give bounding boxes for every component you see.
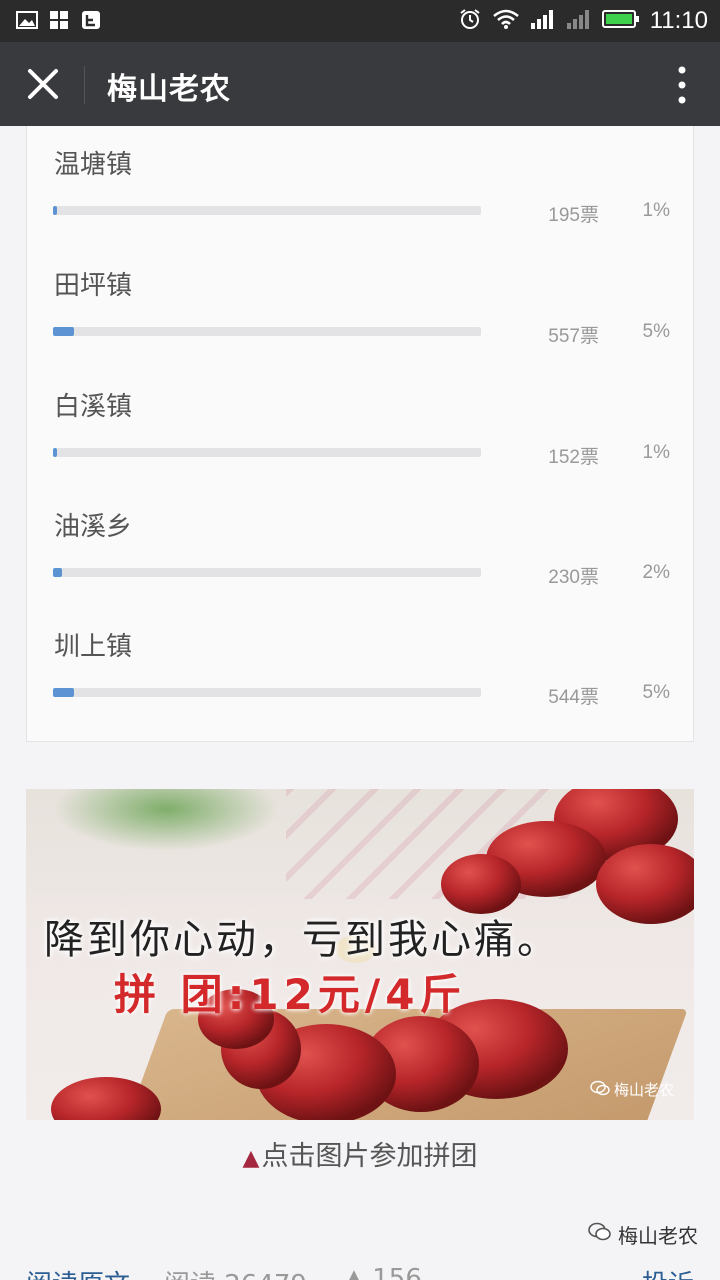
- account-badge: 梅山老农: [588, 1220, 698, 1249]
- signal-secondary-icon: [566, 8, 592, 34]
- poll-vote-count: 195票: [548, 205, 599, 226]
- poll-option-label: 田坪镇: [54, 271, 133, 301]
- article-footer-bar: 阅读原文 阅读 26479 ▲ 156 投诉: [0, 1256, 720, 1280]
- wifi-icon: [492, 8, 520, 34]
- poll-option-label: 温塘镇: [54, 150, 133, 180]
- poll-results-card: 温塘镇 195票 1% 田坪镇 557票 5% 白溪镇 152票 1% 油溪乡: [26, 126, 694, 742]
- group-buy-banner-image[interactable]: 降到你心动，亏到我心痛。 拼 团:12元/4斤 梅山老农: [26, 789, 694, 1120]
- alarm-icon: [458, 7, 482, 35]
- wechat-icon: [588, 1222, 612, 1247]
- poll-percentage: 1%: [642, 442, 670, 463]
- arrow-up-icon: ▲: [242, 1146, 260, 1171]
- status-time: 11:10: [649, 7, 708, 34]
- poll-percentage: 5%: [642, 321, 670, 342]
- poll-progress-track: [53, 688, 481, 697]
- caption-text: 点击图片参加拼团: [261, 1141, 478, 1172]
- poll-progress-track: [53, 327, 481, 336]
- apps-notification-icon: [48, 9, 70, 31]
- page-title: 梅山老农: [107, 72, 231, 107]
- poll-progress-track: [53, 568, 481, 577]
- article-content: 温塘镇 195票 1% 田坪镇 557票 5% 白溪镇 152票 1% 油溪乡: [0, 126, 720, 1280]
- poll-option-label: 圳上镇: [54, 632, 133, 662]
- header-divider: [84, 66, 85, 104]
- image-notification-icon: [16, 9, 38, 31]
- close-icon: [22, 69, 64, 109]
- banner-watermark: 梅山老农: [590, 1079, 674, 1100]
- poll-progress-track: [53, 206, 481, 215]
- report-link[interactable]: 投诉: [642, 1264, 694, 1280]
- more-vertical-icon: [672, 66, 692, 110]
- message-notification-icon: [80, 9, 102, 31]
- poll-option[interactable]: 圳上镇 544票 5%: [27, 608, 695, 728]
- battery-icon: [601, 9, 640, 33]
- read-original-link[interactable]: 阅读原文: [26, 1264, 130, 1280]
- banner-price: 拼 团:12元/4斤: [114, 970, 467, 1019]
- poll-percentage: 1%: [642, 200, 670, 221]
- close-button[interactable]: [22, 63, 64, 105]
- wechat-icon: [590, 1080, 610, 1100]
- banner-caption[interactable]: ▲点击图片参加拼团: [0, 1134, 720, 1173]
- read-count: 阅读 26479: [164, 1264, 307, 1280]
- poll-option-label: 油溪乡: [54, 512, 133, 542]
- poll-option[interactable]: 田坪镇 557票 5%: [27, 247, 695, 367]
- poll-option-label: 白溪镇: [54, 392, 133, 422]
- poll-option[interactable]: 白溪镇 152票 1%: [27, 368, 695, 488]
- like-count: 156: [372, 1264, 422, 1280]
- banner-watermark-text: 梅山老农: [613, 1081, 674, 1099]
- thumbs-up-icon: ▲: [344, 1264, 364, 1280]
- like-button[interactable]: ▲ 156: [344, 1264, 422, 1280]
- poll-vote-count: 544票: [548, 687, 599, 708]
- poll-percentage: 2%: [642, 562, 670, 583]
- poll-vote-count: 230票: [548, 567, 599, 588]
- poll-option[interactable]: 温塘镇 195票 1%: [27, 126, 695, 246]
- signal-icon: [530, 8, 556, 34]
- poll-progress-fill: [53, 206, 58, 215]
- account-name: 梅山老农: [618, 1224, 698, 1248]
- banner-slogan: 降到你心动，亏到我心痛。: [44, 917, 560, 963]
- poll-progress-fill: [53, 568, 62, 577]
- poll-option[interactable]: 油溪乡 230票 2%: [27, 488, 695, 608]
- more-menu-button[interactable]: [672, 64, 692, 106]
- poll-vote-count: 557票: [548, 326, 599, 347]
- poll-progress-fill: [53, 448, 58, 457]
- poll-progress-track: [53, 448, 481, 457]
- poll-progress-fill: [53, 327, 75, 336]
- poll-progress-fill: [53, 688, 75, 697]
- poll-vote-count: 152票: [548, 447, 599, 468]
- status-bar: 11:10: [0, 0, 720, 42]
- poll-percentage: 5%: [642, 682, 670, 703]
- top-navigation-bar: 梅山老农: [0, 42, 720, 126]
